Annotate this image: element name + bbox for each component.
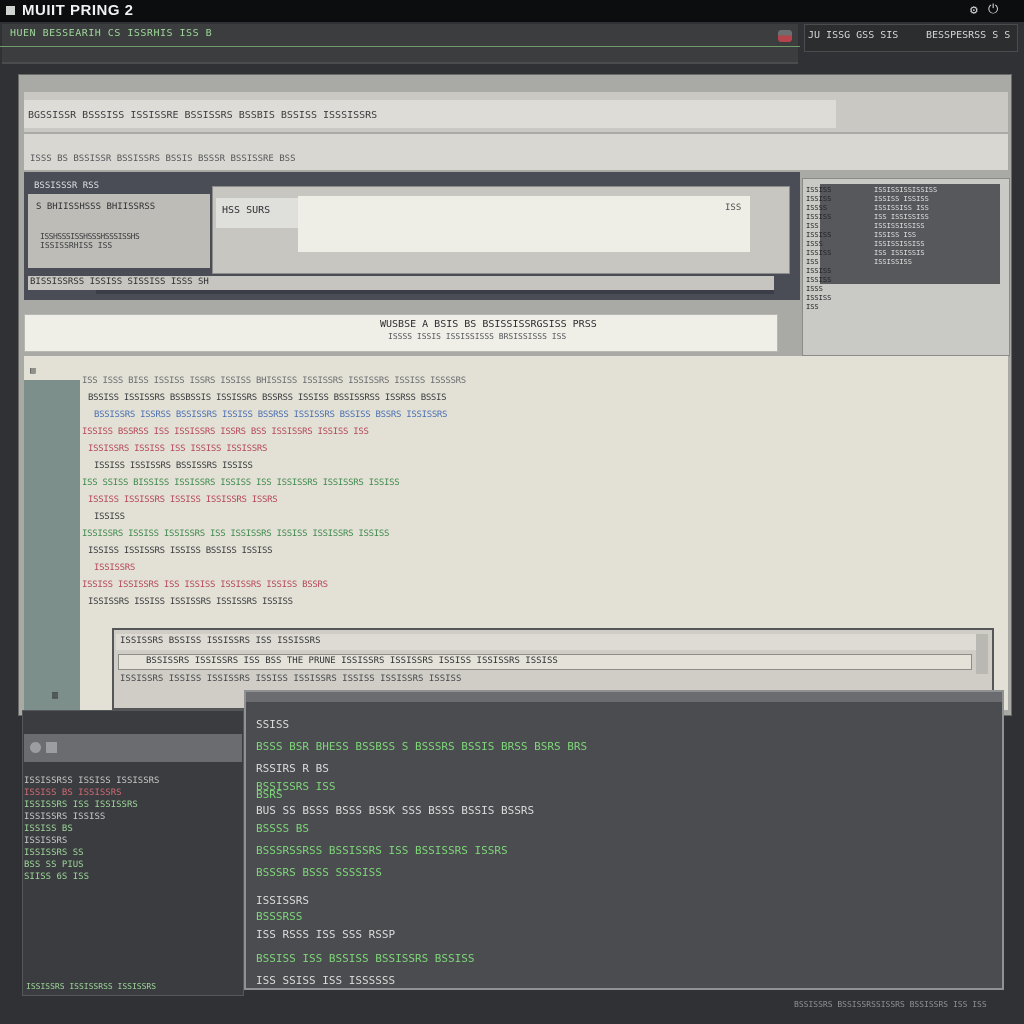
properties-line: S BHIISSHSSS BHIISSRSS: [36, 202, 156, 212]
terminal-line: RSSIRS R BS: [256, 762, 329, 775]
output-row-text: BSSISSRS ISSISSRS ISS BSS THE PRUNE ISSI…: [146, 656, 558, 666]
info-subtitle: ISSSS ISSIS ISSISSISSS BRSISSISSS ISS: [388, 332, 567, 341]
properties-line: ISSISSRHISS ISS: [40, 241, 113, 250]
status-right-label: JU ISSG GSS SIS: [808, 30, 899, 41]
code-line[interactable]: ISSISS BSSRSS ISS ISSISSRS ISSRS BSS ISS…: [82, 427, 369, 437]
explorer-item[interactable]: SIISS 6S ISS: [24, 872, 89, 882]
code-line[interactable]: BSSISSRS ISSRSS BSSISSRS ISSISS BSSRSS I…: [94, 410, 447, 420]
explorer-item[interactable]: ISSISSRS SS: [24, 848, 84, 858]
status-separator: [0, 46, 800, 47]
code-line[interactable]: ISSISSRS ISSISS ISS ISSISS ISSISSRS: [88, 444, 267, 454]
header-text: BGSSISSR BSSSISS ISSISSRE BSSISSRS BSSBI…: [28, 110, 378, 121]
power-icon[interactable]: ⏻: [988, 2, 998, 17]
subheader-band: [24, 134, 1008, 170]
code-line[interactable]: ISSISS ISSISSRS ISSISS BSSISS ISSISS: [88, 546, 273, 556]
output-panel-title: ISSISSRS BSSISS ISSISSRS ISS ISSISSRS: [120, 636, 321, 646]
footer-left-text: ISSISSRS ISSISSRSS ISSISSRS: [26, 982, 157, 991]
terminal-line: ISS SSISS ISS ISSSSSS: [256, 974, 396, 987]
preview-text-a: ISSISS ISSISS ISSSS ISSISS ISS ISSISS IS…: [806, 186, 832, 311]
terminal-line: BSSISS ISS BSSISS BSSISSRS BSSISS: [256, 952, 475, 965]
terminal-line: BSSSRS BSSS SSSSISS: [256, 866, 382, 879]
stop-icon[interactable]: [46, 742, 57, 753]
code-area[interactable]: ISS ISSS BISS ISSISS ISSRS ISSISS BHISSI…: [82, 376, 992, 626]
app-icon: [6, 6, 15, 15]
terminal-line: SSISS: [256, 718, 290, 731]
code-line[interactable]: ISSISSRS ISSISS ISSISSRS ISSISSRS ISSISS: [88, 597, 293, 607]
code-line[interactable]: ISS ISSS BISS ISSISS ISSRS ISSISS BHISSI…: [82, 376, 466, 386]
status-right-value[interactable]: BESSPESRSS S S: [926, 30, 1010, 41]
preview-text-b: ISSISSISSISSISS ISSISS ISSISS ISSISSISS …: [874, 186, 938, 266]
explorer-item[interactable]: ISSISS BS ISSISSRS: [24, 788, 122, 798]
dialog-input-mark: ISS: [725, 203, 742, 213]
window-titlebar: [0, 0, 1024, 22]
record-icon[interactable]: [30, 742, 41, 753]
terminal-panel[interactable]: [244, 690, 1004, 990]
workspace-bar-text: BISSISSRSS ISSISS SISSISS ISSS SH: [30, 277, 209, 287]
explorer-item[interactable]: ISSISSRS ISS ISSISSRS: [24, 800, 138, 810]
window-title: MUIIT PRING 2: [22, 2, 134, 19]
terminal-line: ISSISSRS: [256, 894, 309, 907]
code-line[interactable]: ISSISS ISSISSRS BSSISSRS ISSISS: [94, 461, 253, 471]
output-scrollbar[interactable]: [976, 634, 988, 674]
workspace-bar-scroll[interactable]: [96, 290, 774, 294]
code-line[interactable]: ISSISSRS ISSISS ISSISSRS ISS ISSISSRS IS…: [82, 529, 389, 539]
explorer-item[interactable]: ISSISSRSS ISSISS ISSISSRS: [24, 776, 159, 786]
code-line[interactable]: BSSISS ISSISSRS BSSBSSIS ISSISSRS BSSRSS…: [88, 393, 447, 403]
terminal-line: BSSSS BS: [256, 822, 309, 835]
explorer-item[interactable]: ISSISS BS: [24, 824, 73, 834]
code-line[interactable]: ISSISSRS: [94, 563, 135, 573]
editor-gutter: [24, 380, 80, 710]
gutter-icon: ▤: [30, 366, 36, 376]
dialog-field-label: HSS SURS: [222, 205, 271, 216]
explorer-item[interactable]: ISSISSRS ISSISS: [24, 812, 105, 822]
status-indicator-icon[interactable]: [778, 30, 792, 42]
output-row-text: ISSISSRS ISSISS ISSISSRS ISSISS ISSISSRS…: [120, 674, 462, 684]
terminal-line: BSSSRSSRSS BSSISSRS ISS BSSISSRS ISSRS: [256, 844, 508, 857]
terminal-line: BSSS BSR BHESS BSSBSS S BSSSRS BSSIS BRS…: [256, 740, 588, 753]
properties-line: ISSHSSSISSHSSSHSSSISSHS: [40, 232, 140, 241]
code-line[interactable]: ISS SSISS BISSISS ISSISSRS ISSISS ISS IS…: [82, 478, 400, 488]
code-line[interactable]: ISSISS ISSISSRS ISS ISSISS ISSISSRS ISSI…: [82, 580, 328, 590]
dialog-input[interactable]: [298, 196, 750, 252]
terminal-line: BSSSRSS: [256, 910, 303, 923]
code-line[interactable]: ISSISS: [94, 512, 125, 522]
gutter-icon: ▥: [52, 690, 59, 701]
explorer-item[interactable]: BSS SS PIUS: [24, 860, 84, 870]
code-line[interactable]: ISSISS ISSISSRS ISSISS ISSISSRS ISSRS: [88, 495, 278, 505]
workspace-label: BSSISSSR RSS: [34, 181, 100, 191]
terminal-topbar: [246, 692, 1002, 702]
terminal-line: BUS SS BSSS BSSS BSSK SSS BSSS BSSIS BSS…: [256, 804, 535, 817]
settings-icon[interactable]: ⚙: [970, 3, 978, 18]
footer-right-text: BSSISSRS BSSISSRSSISSRS BSSISSRS ISS ISS: [794, 1000, 987, 1009]
info-title: WUSBSE A BSIS BS BSISSISSRGSISS PRSS: [380, 319, 597, 330]
terminal-line: BSRS: [256, 788, 283, 801]
terminal-line: ISS RSSS ISS SSS RSSP: [256, 928, 396, 941]
status-strip-text: HUEN BESSEARIH CS ISSRHIS ISS B: [10, 28, 213, 39]
explorer-item[interactable]: ISSISSRS: [24, 836, 67, 846]
subheader-text: ISSS BS BSSISSR BSSISSRS BSSIS BSSSR BSS…: [30, 154, 296, 164]
